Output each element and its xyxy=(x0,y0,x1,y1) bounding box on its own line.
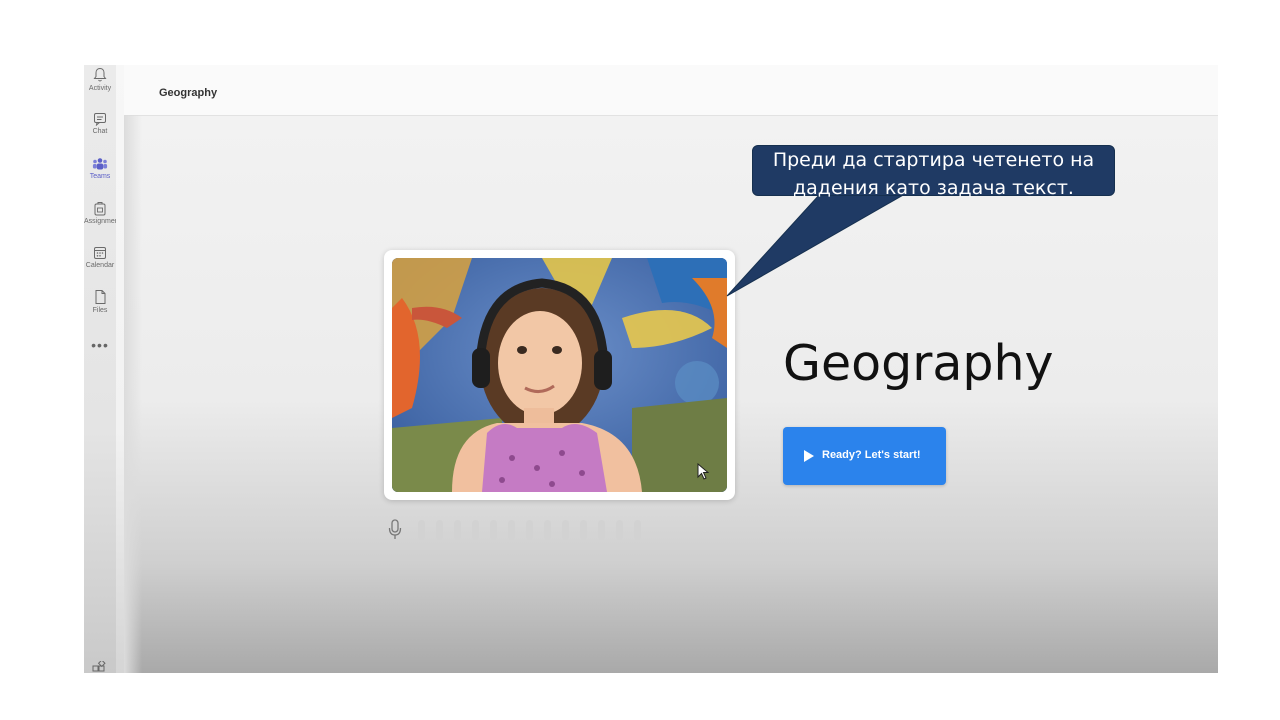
mic-level-bar xyxy=(454,520,461,540)
rail-item-files[interactable]: Files xyxy=(84,289,116,314)
mic-level-meter xyxy=(388,519,648,541)
rail-label-teams: Teams xyxy=(89,173,111,180)
callout-annotation: Преди да стартира четенето на дадения ка… xyxy=(752,145,1115,199)
rail-item-calendar[interactable]: Calendar xyxy=(84,246,116,269)
webcam-preview-card xyxy=(384,250,735,500)
rail-divider xyxy=(116,65,124,673)
apps-store-icon[interactable] xyxy=(92,659,108,673)
content-divider xyxy=(124,115,142,673)
start-button-label: Ready? Let's start! xyxy=(822,449,921,461)
header-title: Geography xyxy=(159,87,218,99)
start-reading-button[interactable]: Ready? Let's start! xyxy=(783,427,946,485)
mic-level-bar xyxy=(598,520,605,540)
chat-icon xyxy=(94,113,106,126)
rail-label-calendar: Calendar xyxy=(85,262,115,269)
mic-level-bar xyxy=(436,520,443,540)
rail-label-activity: Activity xyxy=(88,85,112,92)
mic-level-bar xyxy=(544,520,551,540)
mic-level-bar xyxy=(562,520,569,540)
more-apps-icon[interactable]: ••• xyxy=(84,338,116,352)
file-icon xyxy=(95,290,106,304)
app-header: Geography xyxy=(124,65,1218,116)
mic-level-bar xyxy=(526,520,533,540)
app-rail: Activity Chat Teams Assignments Calendar… xyxy=(84,65,125,673)
mic-level-bar xyxy=(580,520,587,540)
rail-label-files: Files xyxy=(92,307,108,314)
lesson-title: Geography xyxy=(783,335,1054,392)
mic-level-bar xyxy=(490,520,497,540)
play-icon xyxy=(804,450,814,462)
assignments-icon xyxy=(94,202,106,216)
mouse-cursor-icon xyxy=(697,463,709,480)
microphone-icon xyxy=(388,519,402,539)
rail-item-chat[interactable]: Chat xyxy=(84,112,116,135)
rail-item-assignments[interactable]: Assignments xyxy=(84,201,125,225)
rail-item-activity[interactable]: Activity xyxy=(84,67,116,92)
callout-line-1: Преди да стартира четенето на xyxy=(772,149,1095,171)
mic-level-bar xyxy=(634,520,641,540)
rail-item-teams[interactable]: Teams xyxy=(84,157,116,180)
callout-line-2: дадения като задача текст. xyxy=(793,177,1074,199)
mic-level-bar xyxy=(472,520,479,540)
webcam-child-image xyxy=(392,258,727,492)
mic-level-bar xyxy=(508,520,515,540)
webcam-video xyxy=(392,258,727,492)
rail-label-assignments: Assignments xyxy=(84,218,125,225)
teams-icon xyxy=(92,158,108,170)
mic-level-bar xyxy=(616,520,623,540)
calendar-icon xyxy=(94,247,106,259)
mic-level-bar xyxy=(418,520,425,540)
bell-icon xyxy=(93,67,107,82)
rail-label-chat: Chat xyxy=(92,128,108,135)
